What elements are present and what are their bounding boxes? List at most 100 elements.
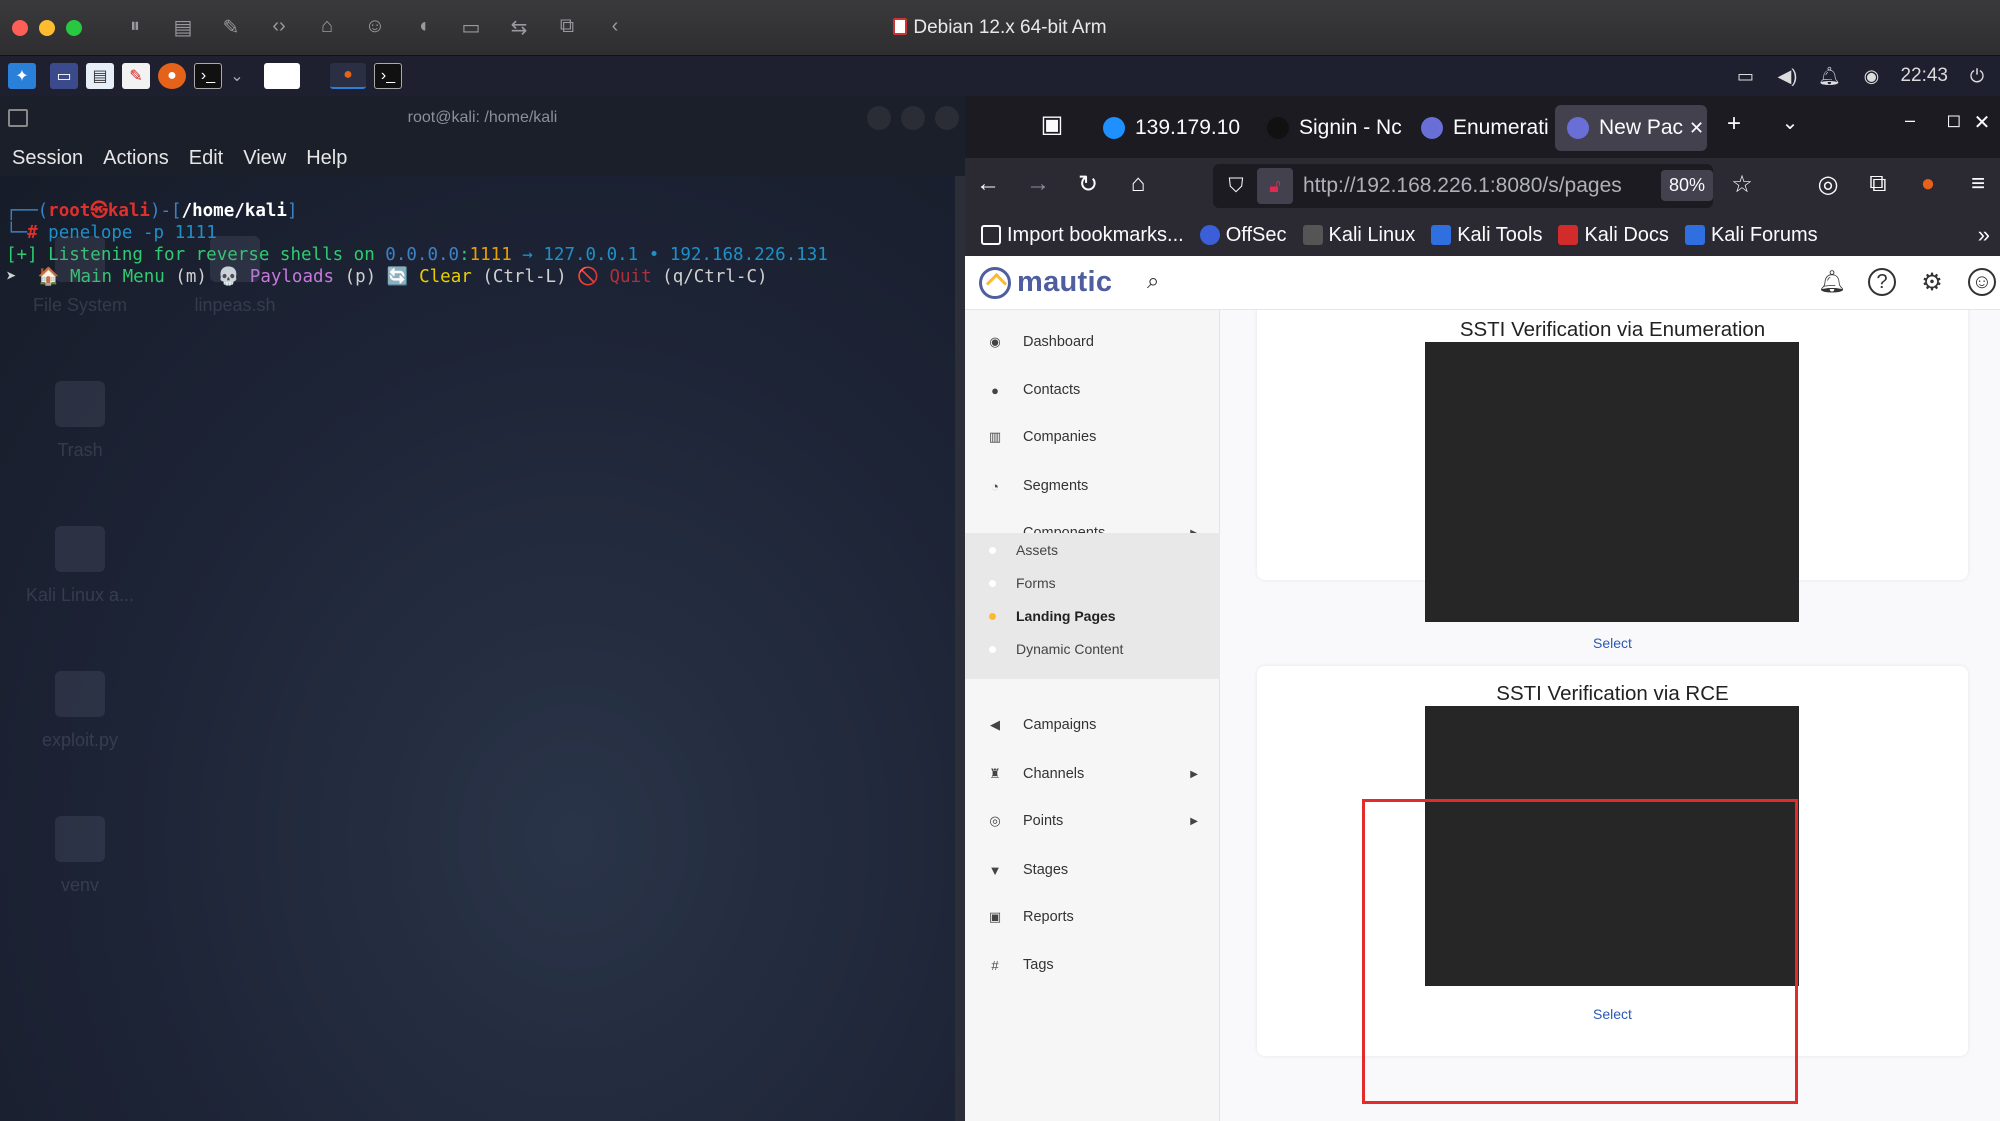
terminal-scrollbar[interactable] (955, 176, 965, 1121)
tab-new-page[interactable]: New Pac ✕ (1555, 105, 1707, 151)
menu-help[interactable]: Help (306, 147, 347, 170)
sidebar-subitem-assets[interactable]: Assets (965, 535, 1220, 565)
sidebar-subitem-landing-pages[interactable]: Landing Pages (965, 601, 1220, 631)
user-icon[interactable]: ☺ (362, 15, 388, 40)
more-bookmarks-icon[interactable]: » (1978, 222, 1990, 248)
hamburger-menu-icon[interactable]: ≡ (1961, 170, 1995, 198)
insecure-lock-icon[interactable]: 🔓︎ (1257, 168, 1293, 204)
components-submenu: Assets Forms Landing Pages Dynamic Conte… (965, 533, 1220, 679)
menu-view[interactable]: View (243, 147, 286, 170)
sidebar-subitem-dynamic-content[interactable]: Dynamic Content (965, 634, 1220, 664)
sidebar-item-campaigns[interactable]: ◀ Campaigns (965, 702, 1220, 748)
tags-icon: # (991, 957, 999, 973)
kali-menu-icon[interactable]: ✦ (8, 63, 36, 89)
code-icon[interactable]: ‹› (266, 15, 292, 40)
shield-icon[interactable]: ⛉ (1223, 175, 1249, 198)
chevron-down-icon[interactable]: ⌄ (230, 63, 244, 89)
theme-preview[interactable] (1425, 342, 1799, 622)
search-icon[interactable]: ⌕ (1147, 268, 1175, 296)
display-icon[interactable]: ▭ (1732, 66, 1758, 87)
firefox-view-icon[interactable]: ▣ (1035, 110, 1069, 139)
power-icon[interactable]: ⏻ (1964, 66, 1990, 87)
pause-icon[interactable]: ⏸ (122, 15, 148, 40)
clock[interactable]: 22:43 (1900, 65, 1948, 87)
camera-icon[interactable]: ▭ (458, 15, 484, 40)
minimize-window-button[interactable] (39, 19, 55, 36)
taskbar-terminal-icon[interactable]: ›_ (374, 63, 402, 89)
bookmark-offsec[interactable]: OffSec (1199, 224, 1287, 247)
new-tab-icon[interactable]: + (1717, 110, 1751, 138)
tab-enumeration[interactable]: Enumerati (1409, 105, 1559, 151)
tab-139[interactable]: 139.179.10 (1091, 105, 1251, 151)
show-desktop-icon[interactable]: ▭ (50, 63, 78, 89)
workspace-switcher[interactable] (264, 63, 300, 89)
extension-icon[interactable]: ● (1911, 170, 1945, 198)
sidebar-item-reports[interactable]: ▣ Reports (965, 894, 1220, 940)
sidebar-item-companies[interactable]: ▥ Companies (965, 414, 1220, 460)
notification-bell-icon[interactable]: 🔔︎ (1816, 66, 1842, 87)
zoom-level[interactable]: 80% (1660, 170, 1713, 201)
theme-title: SSTI Verification via RCE (1496, 682, 1729, 705)
user-account-icon[interactable]: ☺ (1968, 268, 1996, 296)
sidebar-item-points[interactable]: ◎ Points ▶ (965, 798, 1220, 844)
terminal-maximize-button[interactable] (901, 106, 925, 130)
close-tab-icon[interactable]: ✕ (1689, 118, 1704, 139)
zoom-window-button[interactable] (66, 19, 82, 36)
taskbar-firefox-icon[interactable]: ● (330, 63, 366, 89)
tab-signin[interactable]: Signin - Nc (1255, 105, 1405, 151)
drive-icon[interactable]: ⌂ (314, 15, 340, 40)
extensions-icon[interactable]: ⧉ (1861, 170, 1895, 198)
terminal-output[interactable]: File System linpeas.sh Trash Kali Linux … (0, 176, 955, 1121)
folder-share-icon[interactable]: ⧉ (554, 15, 580, 40)
sidebar-item-contacts[interactable]: ● Contacts (965, 367, 1220, 413)
sound-icon[interactable]: ◖ (410, 15, 436, 40)
terminal-launcher-icon[interactable]: ›_ (194, 63, 222, 89)
sidebar-item-channels[interactable]: ♜ Channels ▶ (965, 751, 1220, 797)
sidebar-item-segments[interactable]: ◔ Segments (965, 463, 1220, 509)
home-icon[interactable]: ⌂ (1121, 170, 1155, 198)
back-icon[interactable]: ‹ (602, 15, 628, 40)
wrench-icon[interactable]: ✎ (218, 15, 244, 40)
menu-actions[interactable]: Actions (103, 147, 169, 170)
sidebar-subitem-forms[interactable]: Forms (965, 568, 1220, 598)
theme-card-enumeration: SSTI Verification via Enumeration Select (1257, 310, 1968, 651)
url-text[interactable]: http://192.168.226.1:8080/s/pages (1303, 174, 1633, 198)
network-icon[interactable]: ◉ (1858, 66, 1884, 87)
sidebar-item-dashboard[interactable]: ◉ Dashboard (965, 319, 1220, 365)
bookmark-kali-docs[interactable]: Kali Docs (1558, 224, 1669, 247)
address-bar[interactable]: ⛉ 🔓︎ http://192.168.226.1:8080/s/pages 8… (1213, 164, 1713, 208)
bookmark-kali-linux[interactable]: Kali Linux (1302, 224, 1415, 247)
close-icon[interactable]: ✕ (1965, 110, 1999, 135)
menu-session[interactable]: Session (12, 147, 83, 170)
settings-gear-icon[interactable]: ⚙ (1918, 268, 1946, 296)
help-icon[interactable]: ? (1868, 268, 1896, 296)
text-editor-icon[interactable]: ✎ (122, 63, 150, 89)
reload-icon[interactable]: ↻ (1071, 170, 1105, 199)
usb-icon[interactable]: ⇆ (506, 15, 532, 40)
file-manager-icon[interactable]: ▤ (86, 63, 114, 89)
bookmark-import[interactable]: Import bookmarks... (981, 224, 1184, 247)
sidebar-item-stages[interactable]: ▼ Stages (965, 847, 1220, 893)
tab-list-icon[interactable]: ⌄ (1773, 110, 1807, 135)
mautic-logo[interactable]: mautic (979, 266, 1112, 299)
close-window-button[interactable] (12, 19, 28, 36)
account-icon[interactable]: ◎ (1811, 170, 1845, 199)
channels-icon: ♜ (989, 766, 1001, 781)
sidebar-item-tags[interactable]: # Tags (965, 942, 1220, 988)
minimize-icon[interactable]: – (1893, 110, 1927, 131)
notifications-bell-icon[interactable]: 🔔︎ (1818, 268, 1846, 296)
bookmark-kali-tools[interactable]: Kali Tools (1431, 224, 1542, 247)
forward-arrow-icon[interactable]: → (1021, 170, 1055, 198)
terminal-menubar: Session Actions Edit View Help (0, 140, 965, 176)
snapshot-icon[interactable]: ▤ (170, 15, 196, 40)
bookmark-star-icon[interactable]: ☆ (1725, 170, 1759, 199)
select-theme-link[interactable]: Select (1257, 635, 1968, 651)
terminal-minimize-button[interactable] (867, 106, 891, 130)
back-arrow-icon[interactable]: ← (971, 170, 1005, 198)
firefox-launcher-icon[interactable]: ● (158, 63, 186, 89)
bookmark-kali-forums[interactable]: Kali Forums (1684, 224, 1818, 247)
menu-edit[interactable]: Edit (189, 147, 223, 170)
terminal-close-button[interactable] (935, 106, 959, 130)
volume-icon[interactable]: ◀) (1774, 66, 1800, 87)
points-icon: ◎ (989, 813, 1001, 828)
